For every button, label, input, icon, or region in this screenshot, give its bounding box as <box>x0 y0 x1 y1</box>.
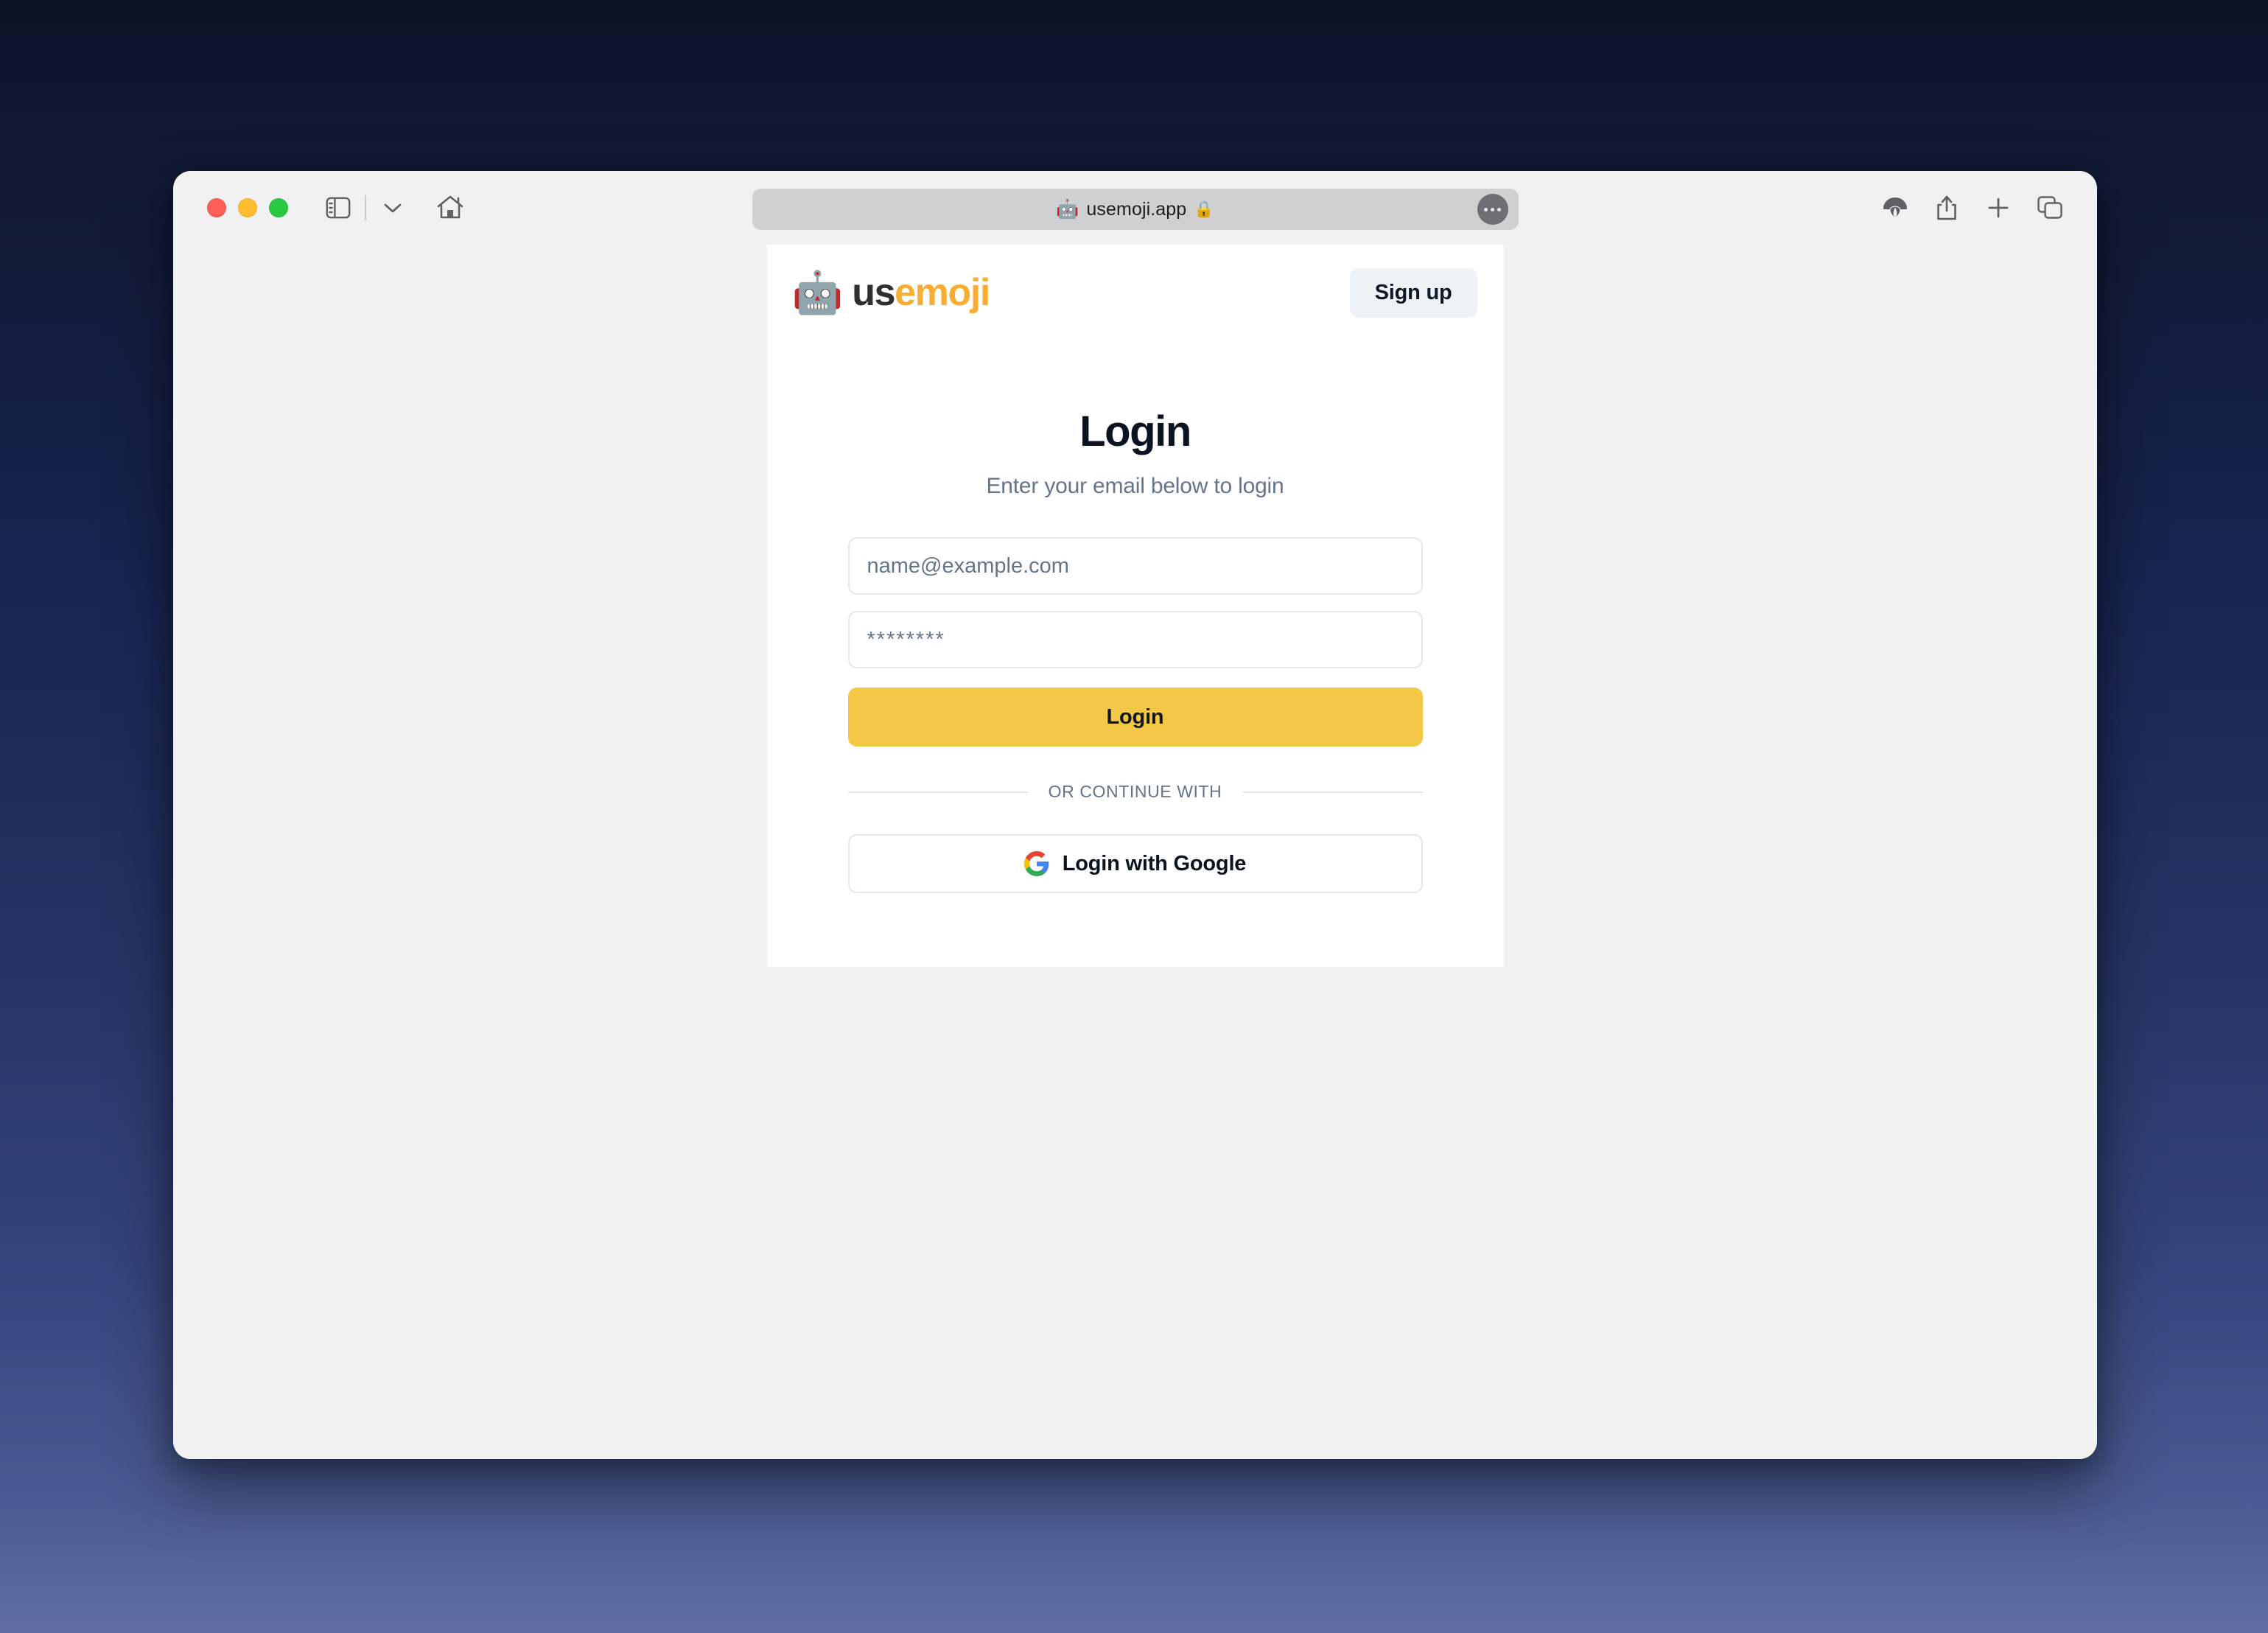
google-g-icon <box>1023 851 1049 876</box>
chevron-down-icon[interactable] <box>375 190 410 225</box>
login-form: Login <box>847 537 1423 746</box>
address-bar-content: 🤖 usemoji.app 🔒 <box>1056 199 1214 220</box>
sidebar-icon[interactable] <box>321 190 356 225</box>
page-subtitle: Enter your email below to login <box>986 474 1284 498</box>
sidebar-controls <box>321 190 410 225</box>
safari-extensions-icon[interactable] <box>1877 190 1913 225</box>
page-viewport: 🤖 usemoji Sign up Login Enter your email… <box>173 245 2097 1459</box>
close-window-button[interactable] <box>207 198 226 217</box>
maximize-window-button[interactable] <box>269 198 288 217</box>
toolbar-right-group <box>1877 190 2068 225</box>
address-bar[interactable]: 🤖 usemoji.app 🔒 <box>752 189 1519 230</box>
robot-icon: 🤖 <box>791 269 844 315</box>
login-section: Login Enter your email below to login Lo… <box>767 340 1504 893</box>
divider-rule-left <box>847 791 1028 793</box>
tab-overview-icon[interactable] <box>2032 190 2068 225</box>
auth-card: 🤖 usemoji Sign up Login Enter your email… <box>766 245 1504 967</box>
brand-logo[interactable]: 🤖 usemoji <box>791 269 991 315</box>
password-field[interactable] <box>847 611 1423 668</box>
divider-label: OR CONTINUE WITH <box>1048 782 1222 801</box>
signup-button[interactable]: Sign up <box>1349 267 1477 318</box>
google-login-label: Login with Google <box>1062 851 1247 875</box>
toolbar-separator <box>365 195 366 220</box>
brand-name-primary: us <box>852 271 895 314</box>
browser-toolbar: 🤖 usemoji.app 🔒 <box>173 171 2097 245</box>
favicon-icon: 🤖 <box>1056 198 1079 220</box>
minimize-window-button[interactable] <box>238 198 257 217</box>
email-field[interactable] <box>847 537 1423 595</box>
plus-icon[interactable] <box>1981 190 2016 225</box>
brand-wordmark: usemoji <box>852 273 990 312</box>
google-login-button[interactable]: Login with Google <box>847 834 1423 893</box>
share-icon[interactable] <box>1929 190 1964 225</box>
site-header: 🤖 usemoji Sign up <box>767 245 1504 340</box>
divider-rule-right <box>1242 791 1423 793</box>
divider: OR CONTINUE WITH <box>847 782 1423 802</box>
lock-icon: 🔒 <box>1194 200 1214 218</box>
brand-name-accent: emoji <box>895 271 990 314</box>
browser-window: 🤖 usemoji.app 🔒 🤖 usemoji Sign up Login … <box>173 171 2097 1459</box>
window-traffic-lights <box>207 198 288 217</box>
login-button[interactable]: Login <box>847 688 1423 746</box>
page-title: Login <box>1079 408 1191 455</box>
ellipsis-icon[interactable] <box>1477 194 1508 225</box>
home-icon[interactable] <box>433 190 468 225</box>
address-bar-url: usemoji.app <box>1086 198 1187 220</box>
